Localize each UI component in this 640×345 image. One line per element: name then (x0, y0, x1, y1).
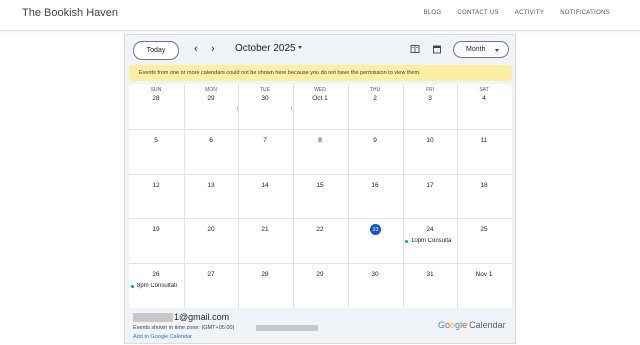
weekday-header: WED (314, 87, 326, 93)
event-chip[interactable]: 8pm Consultati (131, 283, 183, 289)
timezone-text: Events shown in time zone: (GMT+05:00) (133, 325, 235, 331)
weekday-header: SAT (479, 87, 489, 93)
day-number[interactable]: 20 (184, 226, 238, 233)
day-number[interactable]: 10 (403, 137, 457, 144)
event-title: 10pm Consulta (411, 238, 452, 244)
event-dot-icon (405, 239, 408, 243)
day-number[interactable]: 25 (457, 226, 511, 233)
row-divider (129, 263, 512, 264)
row-divider (129, 174, 512, 175)
day-number[interactable]: 3 (403, 95, 457, 102)
day-number[interactable]: 9 (348, 137, 402, 144)
agenda-icon[interactable] (410, 44, 420, 54)
day-number[interactable]: 28 (129, 95, 183, 102)
account-email: 1@gmail.com (174, 312, 230, 322)
day-number[interactable]: 21 (238, 226, 292, 233)
email-redaction (133, 313, 173, 322)
nav-notifications[interactable]: NOTIFICATIONS (560, 10, 610, 16)
weekday-header: FRI (425, 87, 435, 93)
day-number[interactable]: 28 (238, 271, 292, 278)
day-number[interactable]: 15 (293, 182, 347, 189)
site-nav: BLOG CONTACT US ACTIVITY NOTIFICATIONS (423, 10, 610, 16)
month-dropdown-icon[interactable] (298, 46, 302, 49)
site-title[interactable]: The Bookish Haven (22, 7, 118, 19)
day-number[interactable]: 19 (129, 226, 183, 233)
event-dot-icon (131, 284, 134, 288)
month-label[interactable]: October 2025 (235, 43, 296, 54)
day-number[interactable]: 18 (457, 182, 511, 189)
permission-warning: Events from one or more calendars could … (129, 65, 512, 81)
day-number[interactable]: 22 (293, 226, 347, 233)
day-number[interactable]: 7 (238, 137, 292, 144)
day-number[interactable]: 13 (184, 182, 238, 189)
day-number[interactable]: 14 (238, 182, 292, 189)
day-number[interactable]: 31 (403, 271, 457, 278)
day-number[interactable]: 17 (403, 182, 457, 189)
day-number[interactable]: 16 (348, 182, 402, 189)
calendar-icon[interactable] (432, 44, 442, 54)
day-number[interactable]: 12 (129, 182, 183, 189)
row-divider (129, 218, 512, 219)
weekday-header: THU (369, 87, 381, 93)
day-number[interactable]: 8 (293, 137, 347, 144)
nav-contact-us[interactable]: CONTACT US (457, 10, 498, 16)
month-grid: SUN MON TUE WED THU FRI SAT 28 29 30 Oct 123456789… (129, 84, 512, 308)
weekday-header: MON (205, 87, 217, 93)
day-number[interactable]: 30 (238, 95, 292, 102)
nav-blog[interactable]: BLOG (423, 10, 441, 16)
google-calendar-logo[interactable]: Google Calendar (438, 320, 506, 330)
day-number[interactable]: 11 (457, 137, 511, 144)
day-number[interactable]: 30 (348, 271, 402, 278)
day-number[interactable]: 5 (129, 137, 183, 144)
weekday-header: TUE (260, 87, 270, 93)
day-number[interactable]: Oct 1 (293, 95, 347, 102)
overflow-marker (237, 106, 238, 111)
chevron-down-icon (495, 49, 499, 52)
add-to-google-calendar-link[interactable]: Add to Google Calendar (133, 334, 192, 340)
google-letter: e (462, 320, 468, 330)
next-month-icon[interactable]: › (211, 43, 215, 55)
day-number[interactable]: 26 (129, 271, 183, 278)
day-number[interactable]: Nov 1 (457, 271, 511, 278)
day-number[interactable]: 2 (348, 95, 402, 102)
nav-activity[interactable]: ACTIVITY (515, 10, 544, 16)
day-number[interactable]: 6 (184, 137, 238, 144)
today-button[interactable]: Today (133, 41, 179, 60)
view-label: Month (466, 46, 486, 53)
event-title: 8pm Consultati (137, 283, 178, 289)
day-number[interactable]: 29 (184, 95, 238, 102)
view-selector[interactable]: Month (453, 41, 509, 58)
site-header: The Bookish Haven BLOG CONTACT US ACTIVI… (0, 0, 640, 31)
day-number[interactable]: 27 (184, 271, 238, 278)
day-number[interactable]: 24 (403, 226, 457, 233)
timezone-redaction (256, 325, 318, 331)
row-divider (129, 129, 512, 130)
google-wordmark: Google (438, 320, 467, 330)
calendar-wordmark: Calendar (469, 320, 506, 330)
day-number[interactable]: 4 (457, 95, 511, 102)
day-number[interactable]: 29 (293, 271, 347, 278)
overflow-marker (291, 106, 292, 111)
calendar-embed: Today ‹ › October 2025 Month Events from… (124, 34, 516, 344)
prev-month-icon[interactable]: ‹ (194, 43, 198, 55)
event-chip[interactable]: 10pm Consulta (405, 238, 457, 244)
today-date[interactable]: 23 (370, 224, 381, 235)
google-letter: G (438, 320, 446, 330)
weekday-header: SUN (150, 87, 162, 93)
